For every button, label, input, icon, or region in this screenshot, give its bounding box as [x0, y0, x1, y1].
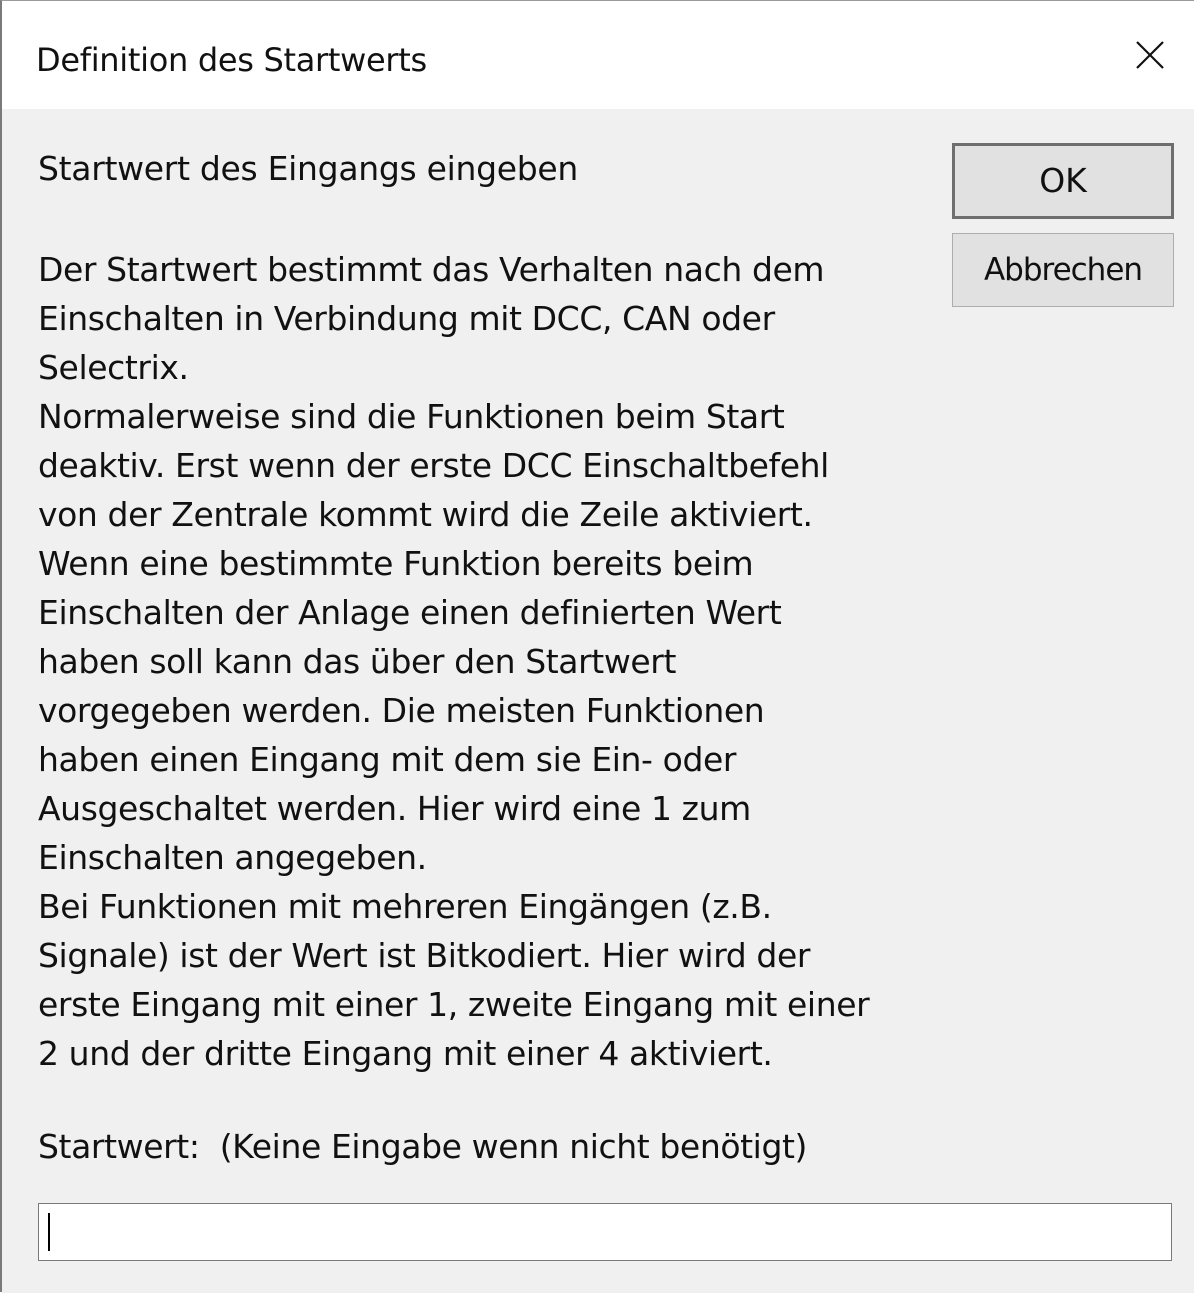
- title-bar[interactable]: Definition des Startwerts: [2, 1, 1194, 109]
- close-icon: [1136, 41, 1164, 69]
- startwert-input[interactable]: [38, 1203, 1172, 1261]
- window-title: Definition des Startwerts: [36, 41, 427, 79]
- cancel-button[interactable]: Abbrechen: [952, 233, 1174, 307]
- close-button[interactable]: [1104, 1, 1194, 109]
- text-caret: [48, 1213, 50, 1251]
- description-text: Der Startwert bestimmt das Verhalten nac…: [38, 250, 870, 1073]
- ok-button[interactable]: OK: [952, 143, 1174, 219]
- dialog-content: Startwert des Eingangs eingeben Der Star…: [2, 109, 1194, 1293]
- dialog-window: Definition des Startwerts Startwert des …: [0, 0, 1194, 1293]
- startwert-label: Startwert: (Keine Eingabe wenn nicht ben…: [38, 1127, 808, 1166]
- prompt-heading: Startwert des Eingangs eingeben: [38, 149, 578, 188]
